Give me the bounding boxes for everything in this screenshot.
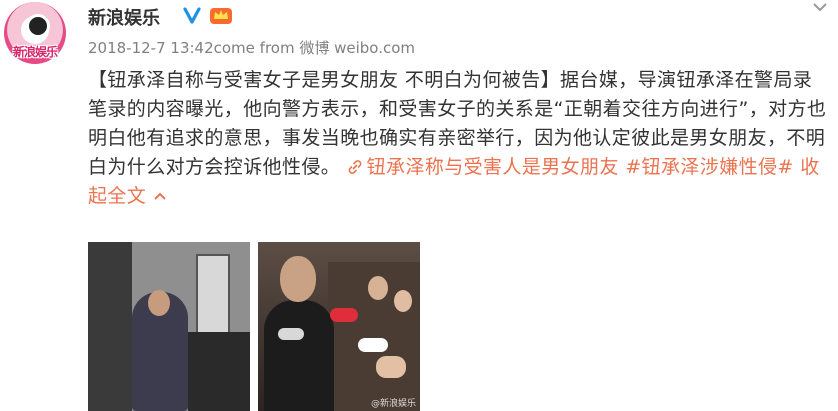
post-source[interactable]: come from 微博 weibo.com xyxy=(214,39,415,57)
member-crown-icon[interactable] xyxy=(209,5,233,25)
hashtag-link[interactable]: #钮承泽涉嫌性侵# xyxy=(625,156,793,178)
post-meta: 2018-12-7 13:42come from 微博 weibo.com xyxy=(88,37,415,58)
person-head-shape xyxy=(280,256,316,302)
photo-1[interactable] xyxy=(88,242,250,411)
avatar-label: 新浪娱乐 xyxy=(12,45,58,59)
chevron-up-icon xyxy=(153,192,166,200)
photo-watermark: @新浪娱乐 xyxy=(370,399,416,409)
sign-shape xyxy=(196,254,230,338)
chevron-down-icon[interactable] xyxy=(812,2,828,12)
verified-v-icon[interactable] xyxy=(183,6,201,24)
door-shape xyxy=(88,242,132,411)
article-link-text: 钮承泽称与受害人是男女朋友 xyxy=(366,156,619,178)
microphone-shape xyxy=(330,308,358,322)
microphone-shape xyxy=(358,338,388,352)
photo-2[interactable]: @新浪娱乐 xyxy=(258,242,420,411)
post-headline: 【钮承泽自称与受害女子是男女朋友 不明白为何被告】 xyxy=(88,69,561,91)
article-link[interactable]: 钮承泽称与受害人是男女朋友 xyxy=(347,156,619,178)
link-icon xyxy=(348,160,361,174)
avatar[interactable]: 新浪娱乐 xyxy=(4,2,68,66)
crowd-shape xyxy=(188,332,250,411)
post-text: 【钮承泽自称与受害女子是男女朋友 不明白为何被告】据台媒，导演钮承泽在警局录笔录… xyxy=(88,66,828,211)
person-shape xyxy=(264,300,334,411)
post-date[interactable]: 2018-12-7 13:42 xyxy=(88,39,214,57)
person-head-shape xyxy=(148,290,170,316)
avatar-eye-icon xyxy=(26,14,50,38)
account-name[interactable]: 新浪娱乐 xyxy=(88,4,160,30)
microphone-shape xyxy=(278,328,304,340)
